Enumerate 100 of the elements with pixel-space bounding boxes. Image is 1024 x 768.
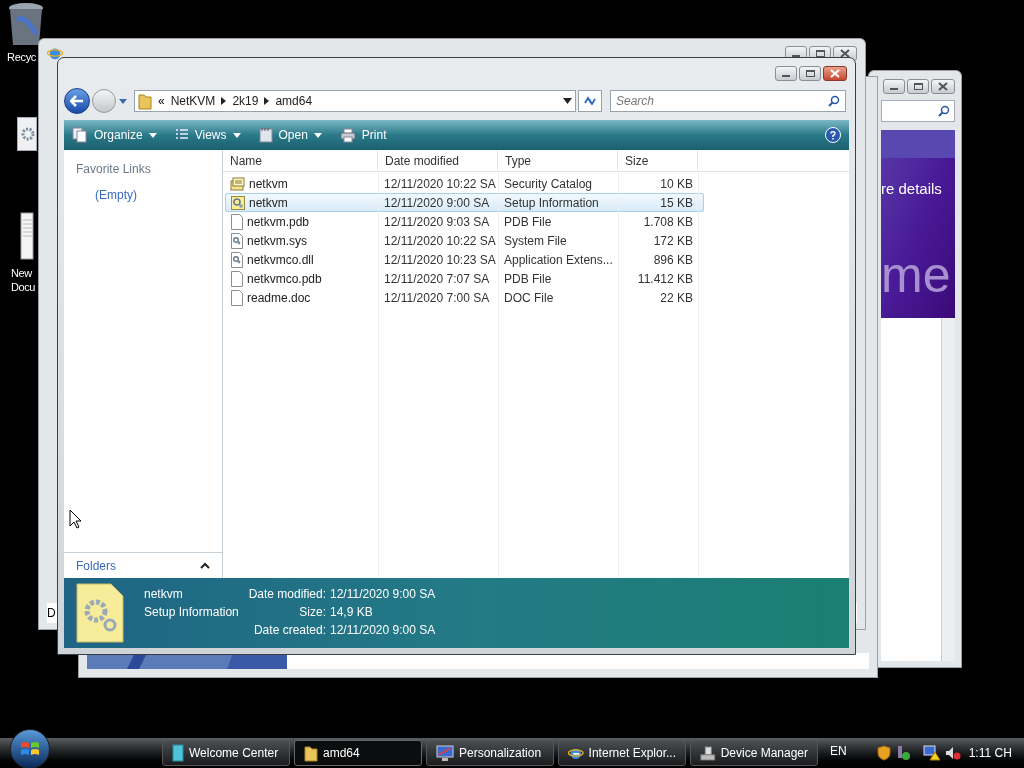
size-cell-text: 10 KB — [659, 175, 694, 193]
taskbar-button[interactable]: Internet Explor... — [558, 740, 686, 766]
size-cell-text: 15 KB — [659, 194, 694, 212]
dropdown-icon[interactable] — [563, 98, 572, 104]
minimize-button[interactable] — [883, 79, 905, 94]
file-row[interactable]: netkvm 12/11/2020 9:00 SA Setup Information 15 KB — [225, 193, 704, 212]
toolbar-button[interactable]: Views — [174, 126, 241, 144]
chevron-up-icon — [200, 562, 210, 569]
network-warning-icon[interactable] — [922, 745, 941, 761]
column-header[interactable]: Date modified — [378, 150, 498, 171]
file-name: netkvmco.dll — [247, 251, 314, 269]
address-bar[interactable]: « NetKVM 2k19 amd64 — [134, 90, 576, 112]
file-row[interactable]: netkvmco.dll 12/11/2020 10:23 SA Application Extens... 896 KB — [225, 250, 704, 269]
file-row[interactable]: netkvmco.pdb 12/11/2020 7:07 SA PDB File 11.412 KB — [225, 269, 704, 288]
shield-icon[interactable] — [876, 745, 891, 761]
search-icon[interactable] — [828, 95, 840, 107]
overflow-chevron[interactable]: « — [158, 92, 165, 110]
close-button[interactable] — [823, 65, 847, 81]
type-cell-text: PDB File — [503, 270, 553, 288]
minimize-button[interactable] — [775, 65, 797, 81]
speaker-muted-icon[interactable] — [944, 745, 961, 761]
file-name: netkvm.sys — [247, 232, 307, 250]
file-name: readme.doc — [247, 289, 311, 307]
blank-file-icon — [230, 289, 244, 306]
catalog-icon — [230, 175, 246, 192]
nav-item[interactable]: (Empty) — [95, 186, 222, 204]
search-field[interactable]: Search — [610, 90, 846, 112]
search-icon — [938, 105, 950, 117]
taskbar-button[interactable]: Personalization — [426, 740, 554, 766]
windows-logo-icon — [20, 740, 40, 758]
type-cell-text: Security Catalog — [503, 175, 594, 193]
start-button[interactable] — [10, 729, 50, 768]
caret-icon — [232, 132, 241, 138]
file-row[interactable]: netkvm 12/11/2020 10:22 SA Security Catalog 10 KB — [225, 174, 704, 193]
toolbar-button[interactable]: Open — [258, 126, 322, 144]
clock[interactable]: 1:11 CH — [968, 744, 1012, 762]
column-header[interactable]: Name — [223, 150, 378, 171]
taskbar-button[interactable]: Welcome Center — [162, 740, 290, 766]
refresh-button[interactable] — [578, 90, 602, 112]
taskbar-button[interactable]: amd64 — [294, 740, 422, 766]
document-icon[interactable] — [20, 212, 34, 260]
maximize-button[interactable] — [907, 79, 929, 94]
desktop-icon-label: New Docu — [11, 266, 37, 294]
size-cell-text: 22 KB — [659, 289, 694, 307]
size-cell-text: 172 KB — [652, 232, 694, 250]
type-cell-text: Application Extens... — [503, 251, 614, 269]
breadcrumb[interactable]: amd64 — [275, 92, 313, 110]
date-cell-text: 12/11/2020 10:22 SA — [383, 175, 497, 193]
toolbar-button[interactable]: Organize — [72, 126, 157, 144]
breadcrumb[interactable]: NetKVM — [170, 92, 216, 110]
printer-icon — [339, 127, 356, 143]
refresh-icon — [583, 95, 597, 107]
taskbar-button[interactable]: Device Manager — [690, 740, 818, 766]
folder-icon — [304, 744, 318, 762]
list-view-icon — [174, 128, 189, 142]
file-row[interactable]: netkvm.pdb 12/11/2020 9:03 SA PDB File 1.708 KB — [225, 212, 704, 231]
maximize-button[interactable] — [799, 65, 821, 81]
column-header[interactable]: Size — [618, 150, 698, 171]
banner-text: re details — [881, 179, 943, 199]
type-cell-text: System File — [503, 232, 568, 250]
gear-file-icon — [230, 251, 244, 268]
arrow-left-icon — [70, 95, 84, 107]
separator-arrow-icon[interactable] — [264, 97, 270, 105]
caret-icon — [148, 132, 157, 138]
help-icon[interactable] — [825, 127, 841, 143]
window-text: D — [47, 605, 56, 622]
back-button[interactable] — [64, 88, 90, 114]
column-header[interactable]: Type — [498, 150, 618, 171]
section-title: Favorite Links — [76, 161, 152, 178]
date-cell-text: 12/11/2020 9:00 SA — [383, 194, 491, 212]
file-name: netkvm.pdb — [247, 213, 310, 231]
gear-file-icon — [76, 583, 124, 643]
file-row[interactable]: readme.doc 12/11/2020 7:00 SA DOC File 22 KB — [225, 288, 704, 307]
separator-arrow-icon[interactable] — [221, 97, 227, 105]
language-indicator[interactable]: EN — [830, 742, 847, 760]
date-cell-text: 12/11/2020 7:07 SA — [383, 270, 491, 288]
recycle-bin-icon[interactable] — [7, 2, 45, 48]
details-file-name: netkvm — [144, 586, 184, 603]
date-cell-text: 12/11/2020 9:03 SA — [383, 213, 491, 231]
type-cell-text: DOC File — [503, 289, 555, 307]
settings-icon[interactable] — [17, 117, 37, 151]
gear-file-icon — [230, 232, 244, 249]
date-cell-text: 12/11/2020 10:22 SA — [383, 232, 497, 250]
scrollbar[interactable] — [941, 318, 955, 661]
close-button[interactable] — [931, 79, 955, 94]
file-row[interactable]: netkvm.sys 12/11/2020 10:22 SA System File 172 KB — [225, 231, 704, 250]
gear-file-icon — [230, 194, 246, 211]
folder-icon — [138, 92, 152, 110]
toolbar-button[interactable]: Print — [339, 126, 387, 144]
pages-icon — [72, 127, 88, 143]
search-field[interactable] — [881, 100, 955, 122]
breadcrumb[interactable]: 2k19 — [232, 92, 259, 110]
desktop-icon-label: Recyc — [7, 50, 37, 64]
close-icon — [830, 68, 840, 78]
details-label: Size: — [298, 604, 326, 621]
details-label: Date created: — [252, 622, 326, 639]
blank-file-icon — [230, 213, 244, 230]
size-cell-text: 1.708 KB — [642, 213, 694, 231]
notepad-icon — [258, 127, 273, 143]
file-name: netkvmco.pdb — [247, 270, 322, 288]
